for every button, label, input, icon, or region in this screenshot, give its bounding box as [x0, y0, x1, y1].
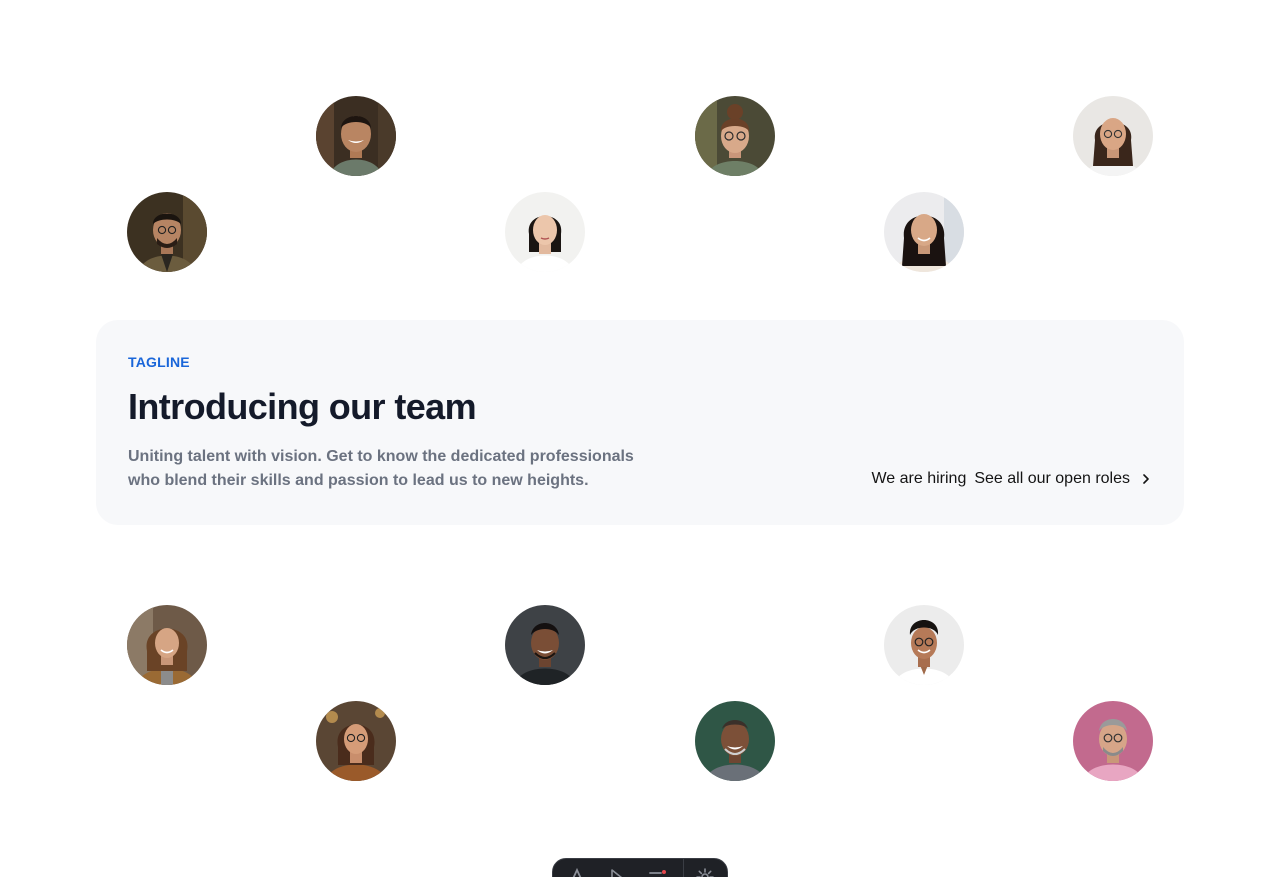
team-member-7-avatar	[127, 605, 207, 685]
team-member-5-avatar	[505, 192, 585, 272]
team-member-9-avatar	[884, 605, 964, 685]
text-icon[interactable]	[567, 867, 587, 877]
settings-icon[interactable]	[695, 867, 715, 877]
open-roles-link[interactable]: See all our open roles	[974, 470, 1152, 488]
tagline: TAGLINE	[128, 354, 190, 370]
team-page: TAGLINE Introducing our team Uniting tal…	[0, 0, 1280, 877]
team-member-2-avatar	[695, 96, 775, 176]
toolbar-divider	[683, 859, 684, 877]
menu-icon[interactable]	[647, 867, 667, 877]
team-member-10-avatar	[316, 701, 396, 781]
hiring-callout: We are hiring See all our open roles	[871, 470, 1152, 488]
page-title: Introducing our team	[128, 386, 477, 427]
pointer-icon[interactable]	[607, 867, 627, 877]
hiring-label: We are hiring	[871, 470, 967, 487]
open-roles-link-label: See all our open roles	[974, 470, 1130, 487]
team-intro-card: TAGLINE Introducing our team Uniting tal…	[96, 320, 1184, 525]
team-member-8-avatar	[505, 605, 585, 685]
team-member-12-avatar	[1073, 701, 1153, 781]
team-member-11-avatar	[695, 701, 775, 781]
team-member-4-avatar	[127, 192, 207, 272]
team-member-3-avatar	[1073, 96, 1153, 176]
team-member-6-avatar	[884, 192, 964, 272]
team-description: Uniting talent with vision. Get to know …	[128, 448, 634, 489]
team-member-1-avatar	[316, 96, 396, 176]
chevron-right-icon	[1143, 474, 1149, 484]
floating-toolbar	[552, 858, 728, 877]
